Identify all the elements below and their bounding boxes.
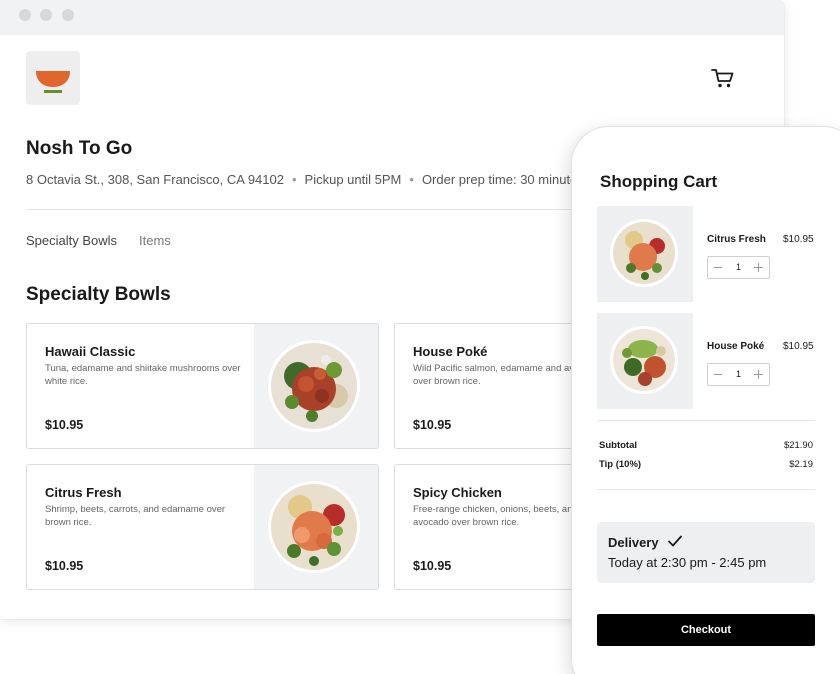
bowl-photo [268, 481, 360, 573]
cart-item-price: $10.95 [783, 234, 814, 245]
delivery-option[interactable]: Delivery Today at 2:30 pm - 2:45 pm [597, 522, 815, 583]
meta-separator: • [291, 172, 297, 187]
phone-cart-panel: Shopping Cart Citrus Fresh $10.95 1 Hous… [571, 126, 840, 674]
pickup-hours: Pickup until 5PM [304, 172, 402, 187]
quantity-stepper: 1 [707, 363, 770, 386]
checkmark-icon [668, 535, 682, 547]
window-close-dot[interactable] [19, 9, 31, 21]
shopping-cart-icon [711, 69, 734, 88]
cart-item-name: House Poké [707, 341, 765, 352]
store-address: 8 Octavia St., 308, San Francisco, CA 94… [26, 172, 284, 187]
store-logo[interactable] [26, 51, 80, 105]
cart-divider [597, 420, 815, 421]
cart-divider [597, 489, 815, 490]
cart-item: House Poké $10.95 1 [597, 313, 827, 409]
cart-button[interactable] [710, 66, 736, 90]
cart-item-price: $10.95 [783, 341, 814, 352]
store-name: Nosh To Go [26, 138, 133, 159]
window-maximize-dot[interactable] [62, 9, 74, 21]
increment-button[interactable] [754, 370, 763, 379]
menu-item-description: Shrimp, beets, carrots, and edamame over… [45, 504, 226, 528]
menu-item-card[interactable]: Citrus Fresh Shrimp, beets, carrots, and… [26, 464, 379, 590]
store-meta: 8 Octavia St., 308, San Francisco, CA 94… [26, 172, 584, 187]
prep-time: Order prep time: 30 minutes [421, 172, 584, 187]
delivery-label: Delivery [608, 535, 659, 550]
tab-items[interactable]: Items [139, 233, 171, 248]
bowl-photo [610, 219, 678, 287]
cart-item-name: Citrus Fresh [707, 234, 766, 245]
quantity-stepper: 1 [707, 256, 770, 279]
menu-item-name: Citrus Fresh [45, 485, 122, 500]
menu-item-name: House Poké [413, 344, 488, 359]
bowl-logo-icon [36, 71, 70, 93]
menu-item-price: $10.95 [45, 418, 84, 432]
subtotal-label: Subtotal [599, 440, 637, 451]
increment-button[interactable] [754, 263, 763, 272]
menu-item-name: Spicy Chicken [413, 485, 502, 500]
menu-item-name: Hawaii Classic [45, 344, 136, 359]
tip-label: Tip (10%) [599, 459, 642, 470]
cart-title: Shopping Cart [600, 172, 718, 191]
delivery-time: Today at 2:30 pm - 2:45 pm [608, 555, 767, 570]
header-divider [26, 209, 586, 210]
checkout-button[interactable]: Checkout [597, 614, 815, 646]
meta-separator: • [409, 172, 414, 187]
window-minimize-dot[interactable] [40, 9, 52, 21]
cart-item-photo [597, 206, 693, 302]
menu-item-price: $10.95 [413, 418, 452, 432]
subtotal-value: $21.90 [783, 440, 813, 451]
menu-item-photo [254, 465, 378, 589]
menu-item-price: $10.95 [413, 559, 452, 573]
menu-item-price: $10.95 [45, 559, 84, 573]
bowl-photo [268, 340, 360, 432]
menu-item-photo [254, 324, 378, 448]
cart-item: Citrus Fresh $10.95 1 [597, 206, 827, 302]
tip-value: $2.19 [789, 459, 813, 470]
cart-item-photo [597, 313, 693, 409]
menu-item-card[interactable]: Hawaii Classic Tuna, edamame and shiitak… [26, 323, 379, 449]
window-titlebar [0, 0, 784, 35]
section-title: Specialty Bowls [26, 284, 171, 305]
bowl-photo [610, 326, 678, 394]
menu-item-description: Tuna, edamame and shiitake mushrooms ove… [45, 363, 241, 387]
tab-specialty-bowls[interactable]: Specialty Bowls [26, 233, 117, 248]
